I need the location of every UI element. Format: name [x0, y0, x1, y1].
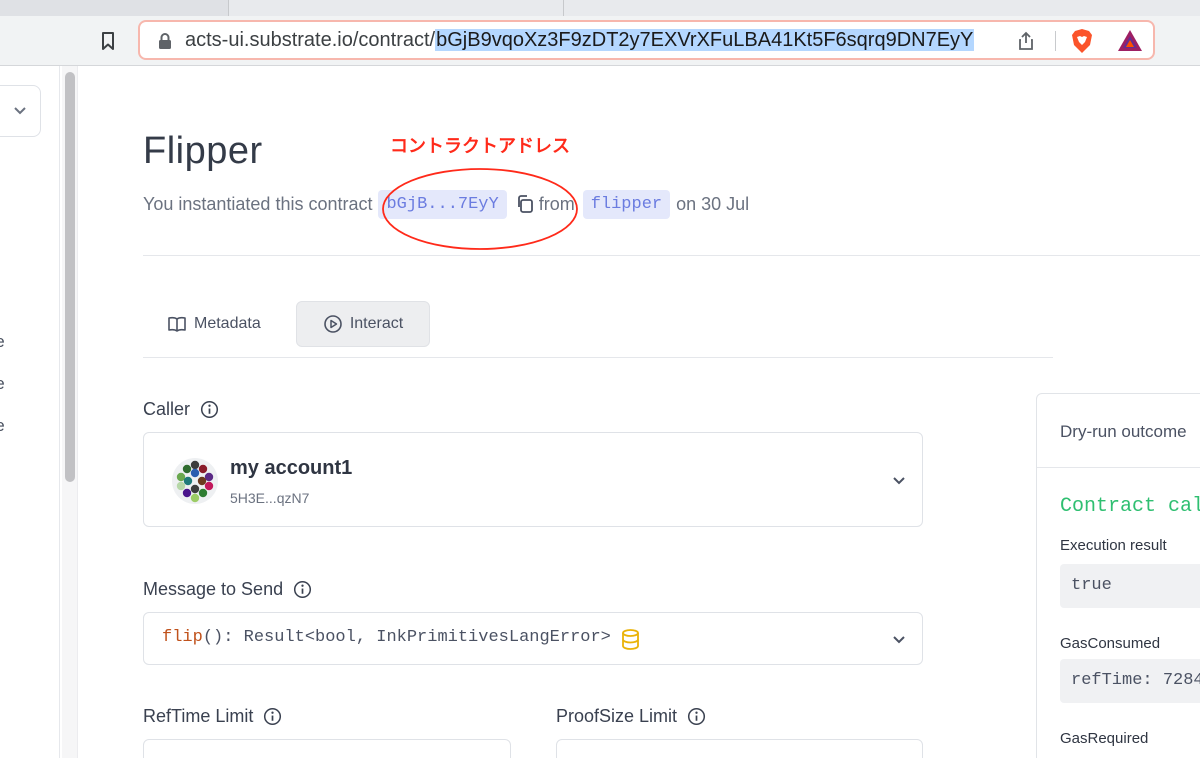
url-selected-text: bGjB9vqoXz3F9zDT2y7EXVrXFuLBA41Kt5F6sqrq… [435, 29, 975, 51]
info-icon[interactable] [293, 580, 312, 599]
dry-run-title: Dry-run outcome [1060, 422, 1187, 441]
proofsize-label-row: ProofSize Limit [556, 706, 706, 727]
brave-shields-icon[interactable] [1070, 28, 1094, 54]
chevron-down-icon [14, 107, 26, 115]
chevron-down-icon[interactable] [891, 472, 907, 488]
copy-icon[interactable] [515, 194, 535, 214]
scrollbar-thumb[interactable] [65, 72, 75, 482]
contract-address-chip[interactable]: bGjB...7EyY [378, 189, 507, 219]
account-address: 5H3E...qzN7 [230, 490, 310, 506]
reftime-label-row: RefTime Limit [143, 706, 282, 727]
url-prefix: acts-ui.substrate.io/contract/ [185, 29, 436, 51]
subtitle-date: on 30 Jul [676, 193, 750, 214]
sidebar: ble ble ble [0, 66, 60, 758]
url-divider [1055, 31, 1056, 51]
brave-rewards-icon[interactable] [1116, 28, 1144, 54]
annotation-label: コントラクトアドレス [390, 136, 570, 156]
contract-subtitle: You instantiated this contract bGjB...7E… [143, 187, 749, 221]
message-select[interactable]: flip(): Result<bool, InkPrimitivesLangEr… [143, 612, 923, 665]
chevron-down-icon[interactable] [891, 631, 907, 647]
sidebar-item[interactable]: ble [0, 374, 5, 394]
tab-interact[interactable]: Interact [296, 301, 430, 347]
bookmark-icon[interactable] [98, 31, 118, 51]
divider [143, 255, 1200, 256]
proofsize-label: ProofSize Limit [556, 706, 678, 726]
lock-icon [159, 33, 171, 49]
dry-run-panel: Dry-run outcome Contract call Execution … [1036, 393, 1200, 758]
reftime-input[interactable] [143, 739, 511, 758]
sidebar-item[interactable]: ble [0, 332, 5, 352]
gas-required-label: GasRequired [1060, 730, 1149, 747]
subtitle-prefix: You instantiated this contract [143, 193, 373, 214]
info-icon[interactable] [263, 707, 282, 726]
play-circle-icon [324, 315, 342, 333]
address-bar[interactable]: acts-ui.substrate.io/contract/bGjB9vqoXz… [138, 20, 1155, 60]
sidebar-dropdown[interactable] [0, 85, 41, 137]
share-icon[interactable] [1016, 31, 1036, 51]
book-icon [168, 316, 186, 332]
browser-tab-strip [0, 0, 1200, 16]
proofsize-input[interactable] [556, 739, 923, 758]
caller-label: Caller [143, 399, 191, 419]
database-icon [622, 629, 639, 650]
browser-tab[interactable] [563, 0, 1200, 16]
code-name-chip[interactable]: flipper [582, 189, 671, 219]
tab-metadata-label: Metadata [194, 315, 261, 332]
reftime-label: RefTime Limit [143, 706, 254, 726]
message-signature: flip(): Result<bool, InkPrimitivesLangEr… [162, 628, 611, 647]
sidebar-item[interactable]: ble [0, 416, 5, 436]
browser-tab[interactable] [228, 0, 563, 16]
caller-select[interactable]: my account1 5H3E...qzN7 [143, 432, 923, 527]
browser-toolbar: acts-ui.substrate.io/contract/bGjB9vqoXz… [0, 16, 1200, 66]
gas-consumed-label: GasConsumed [1060, 635, 1161, 652]
dry-run-heading: Contract call [1060, 495, 1200, 518]
subtitle-from: from [538, 193, 575, 214]
tab-interact-label: Interact [349, 315, 404, 332]
avatar [172, 458, 218, 504]
url-text[interactable]: acts-ui.substrate.io/contract/bGjB9vqoXz… [185, 29, 975, 52]
caller-label-row: Caller [143, 399, 219, 420]
message-label-row: Message to Send [143, 579, 312, 600]
message-label: Message to Send [143, 579, 284, 599]
message-signature-rest: (): Result<bool, InkPrimitivesLangError> [202, 628, 611, 647]
account-name: my account1 [230, 457, 353, 479]
info-icon[interactable] [687, 707, 706, 726]
execution-result-value: true [1060, 564, 1200, 608]
info-icon[interactable] [200, 400, 219, 419]
divider [143, 357, 1053, 358]
divider [1037, 467, 1200, 468]
gas-consumed-value: refTime: 7284 [1060, 659, 1200, 703]
execution-result-label: Execution result [1060, 537, 1167, 554]
tab-metadata[interactable]: Metadata [167, 301, 261, 347]
message-function-name: flip [162, 628, 203, 647]
page-title: Flipper [143, 130, 263, 172]
